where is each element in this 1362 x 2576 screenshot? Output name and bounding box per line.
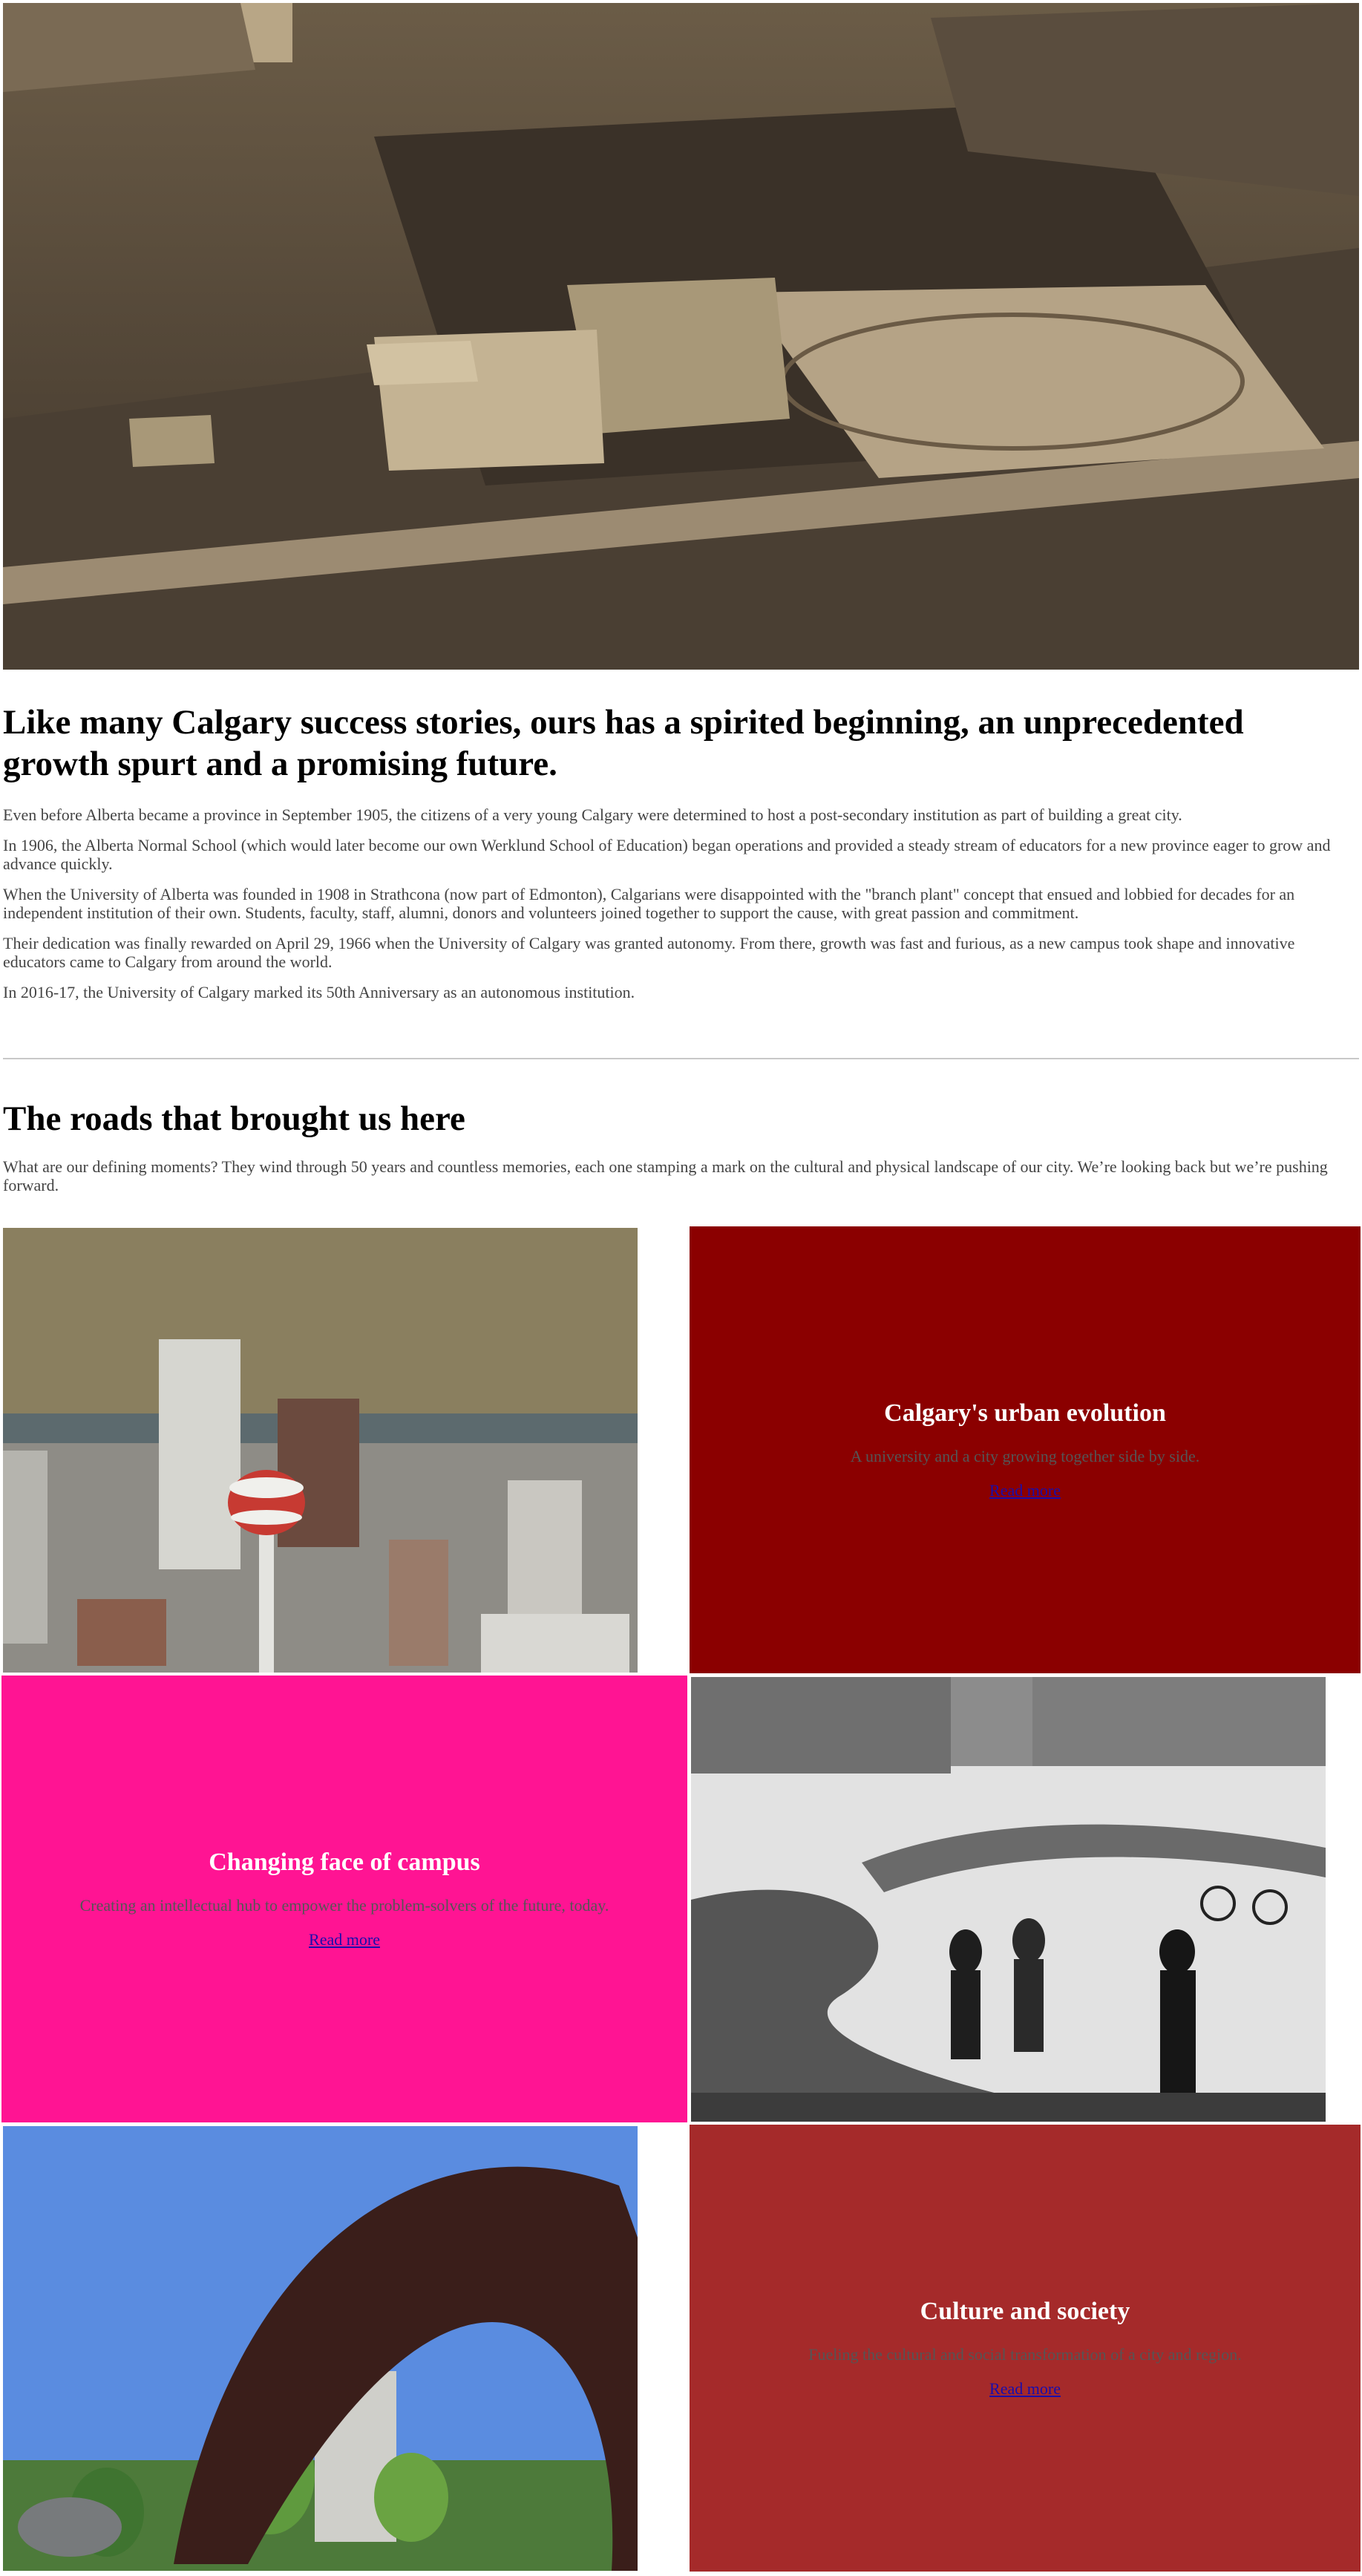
hero-aerial-campus-image xyxy=(3,3,1359,670)
intro-section: Like many Calgary success stories, ours … xyxy=(3,702,1359,1013)
calgary-tower-aerial-image xyxy=(3,1228,638,1673)
card-urban-evolution: Calgary's urban evolution A university a… xyxy=(690,1226,1361,1673)
intro-paragraph: Even before Alberta became a province in… xyxy=(3,805,1182,824)
intro-paragraph: When the University of Alberta was found… xyxy=(3,885,1295,922)
card-title: Culture and society xyxy=(920,2298,1130,2325)
read-more-link[interactable]: Read more xyxy=(989,2379,1061,2399)
card-culture-society: Culture and society Fueling the cultural… xyxy=(690,2125,1361,2572)
intro-paragraph: Their dedication was finally rewarded on… xyxy=(3,934,1295,971)
card-description: Fueling the cultural and social transfor… xyxy=(808,2345,1242,2364)
intro-paragraph: In 1906, the Alberta Normal School (whic… xyxy=(3,836,1331,873)
card-title: Calgary's urban evolution xyxy=(884,1399,1166,1427)
section-divider xyxy=(3,1058,1359,1059)
read-more-link[interactable]: Read more xyxy=(989,1481,1061,1500)
roads-section: The roads that brought us here What are … xyxy=(3,1098,1359,1194)
arch-sculpture-image xyxy=(3,2126,638,2571)
roads-heading: The roads that brought us here xyxy=(3,1099,465,1138)
card-description: A university and a city growing together… xyxy=(850,1447,1200,1465)
intro-heading: Like many Calgary success stories, ours … xyxy=(3,703,1244,783)
card-description: Creating an intellectual hub to empower … xyxy=(79,1896,609,1915)
roads-intro: What are our defining moments? They wind… xyxy=(3,1157,1328,1194)
card-changing-campus: Changing face of campus Creating an inte… xyxy=(1,1676,687,2122)
read-more-link[interactable]: Read more xyxy=(309,1930,380,1949)
winter-campus-image xyxy=(691,1677,1326,2122)
intro-paragraph: In 2016-17, the University of Calgary ma… xyxy=(3,983,635,1001)
card-title: Changing face of campus xyxy=(209,1848,480,1876)
